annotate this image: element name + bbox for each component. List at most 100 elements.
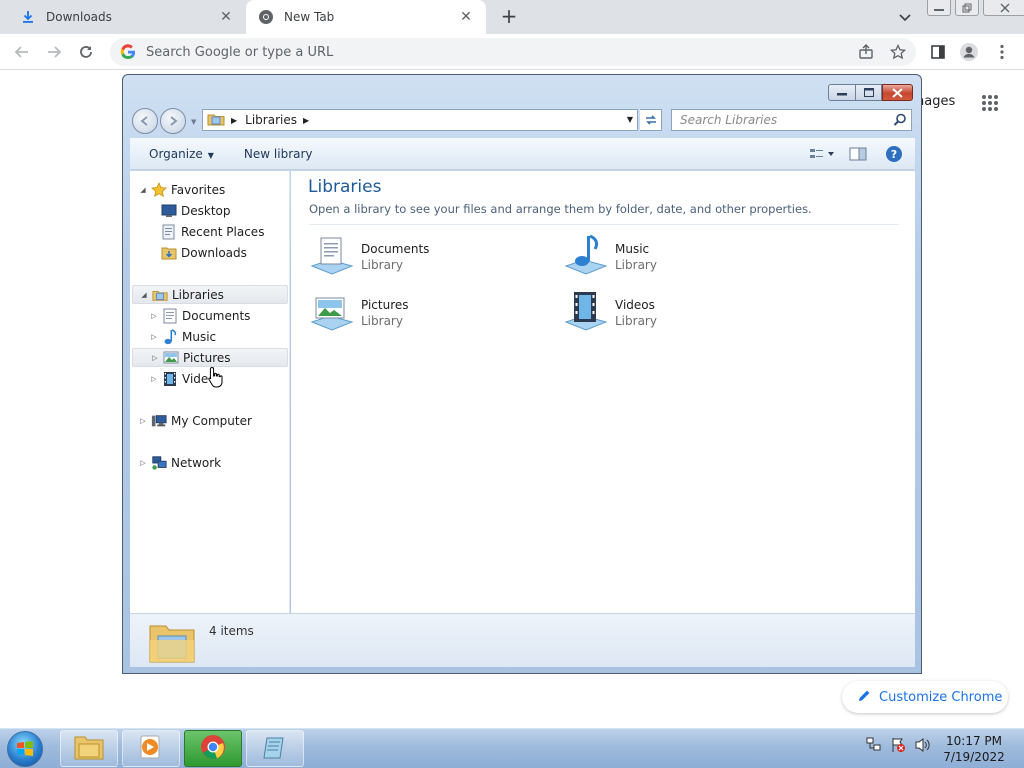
help-icon[interactable]: ?	[879, 142, 909, 166]
tree-item-libraries[interactable]: ◢ Libraries	[132, 285, 288, 304]
taskbar-chrome[interactable]	[184, 730, 242, 767]
folder-icon	[74, 734, 104, 763]
organize-button[interactable]: Organize ▼	[130, 147, 214, 161]
library-type: Library	[361, 314, 403, 328]
library-name: Music	[615, 242, 650, 256]
page-title: Libraries	[308, 177, 382, 197]
music-library-icon	[561, 233, 611, 281]
taskbar-notepad[interactable]	[246, 730, 304, 767]
profile-avatar-icon[interactable]	[959, 42, 979, 62]
tree-item-downloads[interactable]: Downloads	[161, 243, 247, 262]
breadcrumb-arrow-icon[interactable]: ▶	[303, 116, 309, 125]
tree-label: Libraries	[172, 287, 224, 302]
volume-icon[interactable]	[914, 737, 932, 756]
download-icon	[20, 9, 36, 25]
chrome-icon	[258, 9, 274, 25]
back-button[interactable]	[12, 42, 32, 62]
library-type: Library	[615, 314, 657, 328]
navigation-pane: ◢ Favorites Desktop Recent Places Downlo…	[130, 171, 290, 613]
expand-arrow-icon[interactable]: ▷	[138, 417, 148, 425]
tree-label: Recent Places	[181, 224, 265, 239]
tree-item-network[interactable]: ▷ Network	[138, 453, 221, 472]
expand-arrow-icon[interactable]: ▷	[149, 312, 159, 320]
library-tile-videos[interactable]: Videos Library	[561, 289, 791, 337]
recent-places-icon	[161, 224, 177, 240]
taskbar-media-player[interactable]	[122, 730, 180, 767]
search-icon[interactable]	[893, 113, 907, 130]
action-center-flag-icon[interactable]	[890, 737, 906, 756]
tree-item-favorites[interactable]: ◢ Favorites	[138, 180, 225, 199]
tree-item-videos[interactable]: ▷ Vide	[149, 369, 208, 388]
film-icon	[162, 371, 178, 387]
change-view-button[interactable]	[807, 142, 837, 166]
clock-date: 7/19/2022	[943, 750, 1005, 764]
customize-chrome-label: Customize Chrome	[879, 689, 1003, 705]
library-tile-pictures[interactable]: Pictures Library	[307, 289, 537, 337]
expand-arrow-icon[interactable]: ▷	[150, 354, 160, 362]
address-bar[interactable]: ▶ Libraries ▶ ▼	[202, 109, 638, 131]
tab-new-tab[interactable]: New Tab ✕	[246, 0, 486, 34]
tree-item-pictures[interactable]: ▷ Pictures	[132, 348, 288, 367]
tree-item-recent-places[interactable]: Recent Places	[161, 222, 264, 241]
google-apps-icon[interactable]	[982, 95, 998, 111]
libraries-icon	[152, 287, 168, 303]
close-window-button[interactable]	[983, 0, 1024, 16]
google-icon	[120, 44, 136, 60]
tree-label: Music	[182, 329, 217, 344]
customize-chrome-button[interactable]: Customize Chrome	[842, 681, 1008, 713]
reload-button[interactable]	[76, 42, 96, 62]
tree-item-desktop[interactable]: Desktop	[161, 201, 231, 220]
expand-arrow-icon[interactable]: ▷	[149, 333, 159, 341]
command-bar: Organize ▼ New library ?	[130, 138, 915, 170]
search-placeholder: Search Libraries	[680, 113, 778, 127]
explorer-close-button[interactable]	[882, 84, 913, 101]
new-tab-button[interactable]: +	[498, 6, 520, 28]
tree-label: Downloads	[181, 245, 247, 260]
library-tile-music[interactable]: Music Library	[561, 233, 791, 281]
preview-pane-button[interactable]	[843, 142, 873, 166]
library-type: Library	[361, 258, 403, 272]
tree-item-documents[interactable]: ▷ Documents	[149, 306, 250, 325]
breadcrumb-libraries[interactable]: Libraries	[245, 113, 297, 127]
command-bar-right: ?	[807, 138, 915, 170]
breadcrumb-arrow-icon[interactable]: ▶	[231, 116, 237, 125]
search-libraries-input[interactable]: Search Libraries	[671, 109, 912, 131]
collapse-arrow-icon[interactable]: ◢	[138, 186, 148, 194]
forward-button[interactable]	[44, 42, 64, 62]
side-panel-icon[interactable]	[928, 42, 948, 62]
restore-button[interactable]	[955, 0, 979, 16]
omnibox[interactable]: Search Google or type a URL	[110, 38, 916, 66]
system-clock[interactable]: 10:17 PM 7/19/2022	[938, 733, 1010, 765]
bookmark-star-icon[interactable]	[888, 42, 908, 62]
network-status-icon[interactable]	[866, 737, 882, 756]
explorer-maximize-button[interactable]	[855, 84, 882, 101]
minimize-button[interactable]	[927, 0, 951, 16]
tab-downloads[interactable]: Downloads ✕	[8, 0, 246, 34]
pictures-icon	[163, 350, 179, 366]
library-text: Videos Library	[615, 298, 657, 328]
more-menu-icon[interactable]	[992, 42, 1012, 62]
expand-arrow-icon[interactable]: ▷	[138, 459, 148, 467]
explorer-forward-button[interactable]	[160, 108, 186, 134]
recent-pages-dropdown[interactable]: ▼	[191, 118, 196, 126]
library-tile-documents[interactable]: Documents Library	[307, 233, 537, 281]
organize-label: Organize	[149, 146, 203, 161]
item-count: 4 items	[209, 624, 254, 638]
expand-arrow-icon[interactable]: ▷	[149, 375, 159, 383]
start-button[interactable]	[7, 731, 43, 767]
explorer-back-button[interactable]	[132, 108, 158, 134]
chevron-down-icon[interactable]	[896, 8, 914, 26]
share-icon[interactable]	[856, 42, 876, 62]
svg-text:?: ?	[891, 148, 897, 161]
tree-item-music[interactable]: ▷ Music	[149, 327, 216, 346]
collapse-arrow-icon[interactable]: ◢	[139, 291, 149, 299]
refresh-button[interactable]	[640, 109, 662, 131]
close-tab-button[interactable]: ✕	[458, 9, 474, 25]
tree-item-my-computer[interactable]: ▷ My Computer	[138, 411, 252, 430]
explorer-minimize-button[interactable]	[828, 84, 855, 101]
close-tab-button[interactable]: ✕	[218, 9, 234, 25]
taskbar-explorer[interactable]	[60, 730, 118, 767]
new-library-button[interactable]: New library	[214, 147, 313, 161]
libraries-folder-icon	[207, 111, 225, 130]
address-dropdown-icon[interactable]: ▼	[627, 115, 633, 124]
